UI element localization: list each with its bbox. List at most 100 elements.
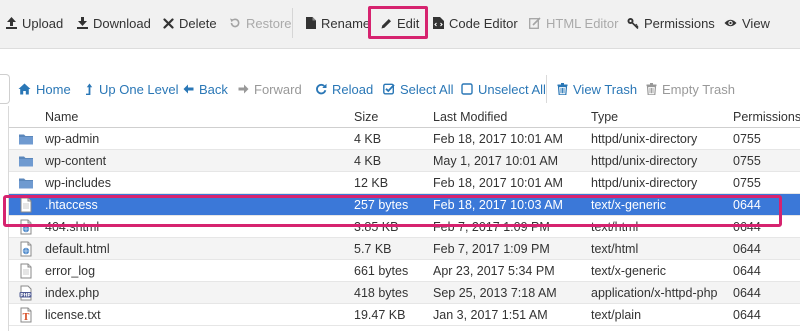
- folder-icon: [18, 131, 34, 147]
- file-icon: [306, 17, 316, 29]
- rename-button[interactable]: Rename: [306, 13, 370, 33]
- upload-label: Upload: [22, 15, 64, 31]
- file-size: 4 KB: [354, 154, 382, 168]
- table-row[interactable]: PHP index.php 418 bytes Sep 25, 2013 7:18 A…: [9, 282, 800, 304]
- file-permissions: 0644: [733, 242, 761, 256]
- file-size: 5.7 KB: [354, 242, 392, 256]
- file-last-modified: Feb 18, 2017 10:01 AM: [433, 132, 563, 146]
- file-last-modified: Jan 3, 2017 1:51 AM: [433, 308, 548, 322]
- home-label: Home: [36, 81, 71, 97]
- file-size: 4 KB: [354, 132, 382, 146]
- forward-button[interactable]: Forward: [238, 80, 302, 98]
- folder-icon: [18, 175, 34, 191]
- table-row[interactable]: default.html 5.7 KB Feb 7, 2017 1:09 PM tex…: [9, 238, 800, 260]
- code-editor-button[interactable]: Code Editor: [433, 13, 518, 33]
- permissions-button[interactable]: Permissions: [627, 13, 715, 33]
- txt-file-icon: T: [18, 307, 34, 323]
- svg-text:PHP: PHP: [20, 292, 31, 298]
- file-type: text/html: [591, 242, 639, 256]
- table-row[interactable]: error_log 661 bytes Apr 23, 2017 5:34 PM te…: [9, 260, 800, 282]
- selected-row-highlight: [3, 195, 782, 227]
- close-icon: [163, 17, 174, 29]
- check-square-icon: [383, 83, 395, 95]
- home-button[interactable]: Home: [18, 80, 71, 98]
- file-name: license.txt: [45, 308, 101, 322]
- level-up-icon: [86, 83, 93, 95]
- file-last-modified: Apr 23, 2017 5:34 PM: [433, 264, 555, 278]
- path-box-edge: [0, 74, 10, 104]
- table-row[interactable]: wp-content 4 KB May 1, 2017 10:01 AM httpd/…: [9, 150, 800, 172]
- file-last-modified: May 1, 2017 10:01 AM: [433, 154, 559, 168]
- empty-trash-label: Empty Trash: [662, 81, 735, 97]
- reload-button[interactable]: Reload: [315, 80, 373, 98]
- html-editor-icon: [529, 17, 541, 29]
- arrow-right-icon: [238, 84, 249, 94]
- back-button[interactable]: Back: [183, 80, 228, 98]
- text-file-icon: [18, 263, 34, 279]
- html-file-icon: [18, 241, 34, 257]
- file-size: 661 bytes: [354, 264, 409, 278]
- file-size: 12 KB: [354, 176, 389, 190]
- empty-trash-button[interactable]: Empty Trash: [646, 80, 735, 98]
- edit-button-highlight: [368, 6, 428, 39]
- file-name: default.html: [45, 242, 110, 256]
- permissions-label: Permissions: [644, 15, 715, 31]
- file-type: application/x-httpd-php: [591, 286, 718, 300]
- php-file-icon: PHP: [18, 285, 34, 301]
- download-icon: [77, 17, 88, 29]
- view-label: View: [742, 15, 770, 31]
- file-last-modified: Feb 18, 2017 10:01 AM: [433, 176, 563, 190]
- html-editor-label: HTML Editor: [546, 15, 619, 31]
- eye-icon: [724, 19, 737, 27]
- table-row[interactable]: wp-admin 4 KB Feb 18, 2017 10:01 AM httpd/u…: [9, 128, 800, 150]
- download-button[interactable]: Download: [77, 13, 151, 33]
- square-icon: [461, 83, 473, 95]
- file-last-modified: Sep 25, 2013 7:18 AM: [433, 286, 557, 300]
- code-editor-label: Code Editor: [449, 15, 518, 31]
- file-name: wp-content: [45, 154, 107, 168]
- reload-label: Reload: [332, 81, 374, 97]
- key-icon: [627, 18, 639, 29]
- select-all-button[interactable]: Select All: [383, 80, 453, 98]
- restore-button[interactable]: Restore: [229, 13, 292, 33]
- code-file-icon: [433, 17, 444, 29]
- file-permissions: 0755: [733, 132, 761, 146]
- folder-icon: [18, 153, 34, 169]
- upload-button[interactable]: Upload: [6, 13, 63, 33]
- column-header-name[interactable]: Name: [45, 110, 78, 124]
- column-header-size[interactable]: Size: [354, 110, 378, 124]
- file-size: 418 bytes: [354, 286, 409, 300]
- trash-icon: [646, 83, 657, 95]
- view-button[interactable]: View: [724, 13, 770, 33]
- unselect-all-button[interactable]: Unselect All: [461, 80, 546, 98]
- column-header-permissions[interactable]: Permissions: [733, 110, 800, 124]
- column-header-last-modified[interactable]: Last Modified: [433, 110, 507, 124]
- table-row[interactable]: wp-includes 12 KB Feb 18, 2017 10:01 AM htt…: [9, 172, 800, 194]
- upload-icon: [6, 17, 17, 29]
- restore-icon: [230, 18, 240, 28]
- file-permissions: 0644: [733, 308, 761, 322]
- file-permissions: 0644: [733, 264, 761, 278]
- file-name: error_log: [45, 264, 96, 278]
- up-one-level-label: Up One Level: [99, 81, 179, 97]
- table-row[interactable]: Tlicense.txt 19.47 KB Jan 3, 2017 1:51 AM t…: [9, 304, 800, 326]
- restore-label: Restore: [246, 15, 292, 31]
- back-label: Back: [199, 81, 228, 97]
- up-one-level-button[interactable]: Up One Level: [85, 80, 179, 98]
- arrow-left-icon: [183, 84, 194, 94]
- view-trash-label: View Trash: [573, 81, 638, 97]
- view-trash-button[interactable]: View Trash: [557, 80, 637, 98]
- table-header: Name Size Last Modified Type Permissions: [9, 106, 800, 128]
- file-type: text/plain: [591, 308, 642, 322]
- html-editor-button[interactable]: HTML Editor: [529, 13, 618, 33]
- column-header-type[interactable]: Type: [591, 110, 618, 124]
- reload-icon: [316, 83, 327, 95]
- select-all-label: Select All: [400, 81, 454, 97]
- home-icon: [18, 83, 31, 95]
- file-permissions: 0644: [733, 286, 761, 300]
- toolbar-divider: [292, 8, 293, 38]
- unselect-all-label: Unselect All: [478, 81, 546, 97]
- svg-text:T: T: [23, 313, 30, 323]
- trash-icon: [557, 83, 568, 95]
- delete-button[interactable]: Delete: [163, 13, 217, 33]
